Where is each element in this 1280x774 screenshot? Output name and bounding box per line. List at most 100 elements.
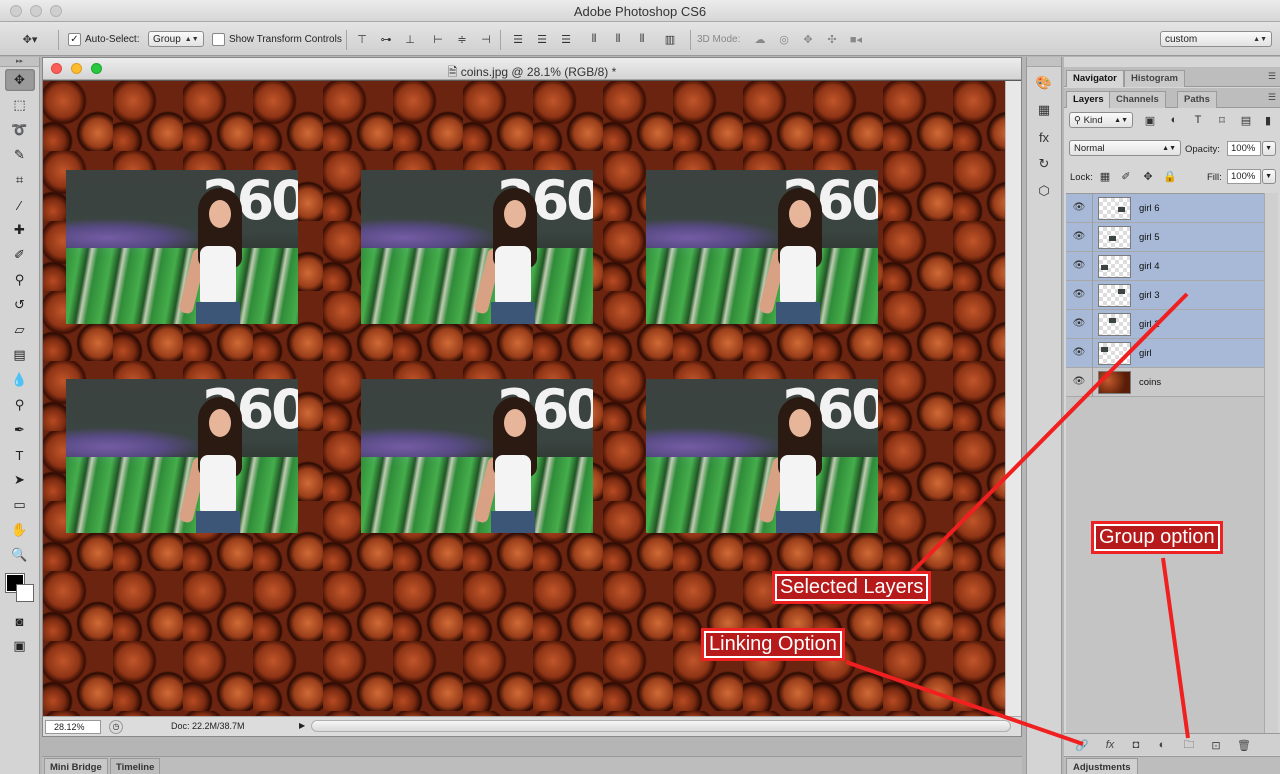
visibility-eye-icon[interactable]: 👁 (1072, 231, 1086, 243)
distribute-top-icon[interactable]: ☰ (510, 32, 526, 46)
tab-adjustments[interactable]: Adjustments (1066, 758, 1138, 774)
history-icon[interactable]: ↻ (1032, 153, 1056, 175)
align-hcenter-icon[interactable]: ≑ (454, 32, 470, 46)
layer-row[interactable]: 👁 girl 4 (1066, 252, 1264, 281)
type-tool-icon[interactable]: T (5, 444, 35, 466)
auto-select-checkbox[interactable]: ✓ Auto-Select: (68, 31, 139, 47)
eraser-tool-icon[interactable]: ▱ (5, 319, 35, 341)
layer-row[interactable]: 👁 girl 6 (1066, 194, 1264, 223)
filter-smart-object-icon[interactable]: ▤ (1238, 112, 1254, 128)
fill-field[interactable]: 100% (1227, 169, 1261, 184)
3d-roll-icon[interactable]: ◎ (776, 32, 792, 46)
auto-align-layers-icon[interactable]: ▥ (662, 32, 678, 46)
3d-slide-icon[interactable]: ✣ (824, 32, 840, 46)
filter-toggle-icon[interactable]: ▮ (1260, 112, 1276, 128)
filter-shape-icon[interactable]: ⌑ (1214, 112, 1230, 128)
color-palette-icon[interactable]: 🎨 (1032, 72, 1056, 94)
new-group-folder-icon[interactable]: 🗀 (1181, 738, 1197, 752)
3d-orbit-icon[interactable]: ☁ (752, 32, 768, 46)
3d-pan-icon[interactable]: ✥ (800, 32, 816, 46)
lasso-tool-icon[interactable]: ➰ (5, 119, 35, 141)
filter-adjustment-icon[interactable]: ◐ (1166, 112, 1182, 128)
workspace-dropdown[interactable]: custom ▲▼ (1160, 31, 1272, 47)
move-tool-preset-icon[interactable]: ✥▾ (22, 32, 38, 46)
lock-position-icon[interactable]: ✥ (1140, 168, 1156, 184)
align-top-icon[interactable]: ⊤ (354, 32, 370, 46)
panel-grip[interactable]: ▸▸ (0, 57, 39, 67)
healing-brush-tool-icon[interactable]: ✚ (5, 219, 35, 241)
new-layer-icon[interactable]: ⊡ (1208, 738, 1224, 752)
show-transform-controls-checkbox[interactable]: Show Transform Controls (212, 31, 342, 47)
tab-histogram[interactable]: Histogram (1124, 70, 1185, 87)
opacity-field[interactable]: 100% (1227, 141, 1261, 156)
eyedropper-tool-icon[interactable]: ⁄ (5, 194, 35, 216)
align-right-icon[interactable]: ⊣ (478, 32, 494, 46)
tab-layers[interactable]: Layers (1066, 91, 1111, 108)
girl-photo-layer[interactable]: 260 (66, 379, 298, 533)
girl-photo-layer[interactable]: 260 (361, 170, 593, 324)
zoom-level-field[interactable]: 28.12% (45, 720, 101, 734)
blur-tool-icon[interactable]: 💧 (5, 369, 35, 391)
link-layers-icon[interactable]: 🔗 (1074, 738, 1090, 752)
crop-tool-icon[interactable]: ⌗ (5, 169, 35, 191)
lock-image-icon[interactable]: ✐ (1118, 168, 1134, 184)
hand-tool-icon[interactable]: ✋ (5, 519, 35, 541)
visibility-eye-icon[interactable]: 👁 (1072, 202, 1086, 214)
girl-photo-layer[interactable]: 260 (66, 170, 298, 324)
3d-scale-icon[interactable]: ■◂ (848, 32, 864, 46)
visibility-eye-icon[interactable]: 👁 (1072, 260, 1086, 272)
history-brush-tool-icon[interactable]: ↺ (5, 294, 35, 316)
status-clock-icon[interactable]: ◷ (109, 720, 123, 734)
blend-mode-dropdown[interactable]: Normal ▲▼ (1069, 140, 1181, 156)
visibility-eye-icon[interactable]: 👁 (1072, 347, 1086, 359)
tab-paths[interactable]: Paths (1177, 91, 1217, 108)
zoom-tool-icon[interactable]: 🔍 (5, 544, 35, 566)
layer-row[interactable]: 👁 girl 5 (1066, 223, 1264, 252)
tab-mini-bridge[interactable]: Mini Bridge (44, 758, 108, 774)
girl-photo-layer[interactable]: 260 (646, 170, 878, 324)
layer-filter-dropdown[interactable]: ⚲ Kind ▲▼ (1069, 112, 1133, 128)
brush-tool-icon[interactable]: ✐ (5, 244, 35, 266)
layer-row[interactable]: 👁 girl (1066, 339, 1264, 368)
gradient-tool-icon[interactable]: ▤ (5, 344, 35, 366)
distribute-left-icon[interactable]: ⫴ (586, 32, 602, 46)
horizontal-scrollbar[interactable] (311, 720, 1011, 732)
styles-fx-icon[interactable]: fx (1032, 126, 1056, 148)
distribute-right-icon[interactable]: ⫴ (634, 32, 650, 46)
visibility-eye-icon[interactable]: 👁 (1072, 376, 1086, 388)
distribute-hcenter-icon[interactable]: ⫴ (610, 32, 626, 46)
align-left-icon[interactable]: ⊢ (430, 32, 446, 46)
panel-grip[interactable] (1027, 57, 1061, 67)
new-adjustment-layer-icon[interactable]: ◐ (1154, 738, 1170, 752)
move-tool-icon[interactable]: ✥ (4, 69, 35, 91)
auto-select-target-dropdown[interactable]: Group ▲▼ (148, 31, 204, 47)
opacity-slider-toggle[interactable]: ▼ (1262, 141, 1276, 156)
image-canvas[interactable]: 260 260 260 260 260 260 (43, 81, 1006, 717)
align-bottom-icon[interactable]: ⊥ (402, 32, 418, 46)
path-selection-tool-icon[interactable]: ➤ (5, 469, 35, 491)
screen-mode-icon[interactable]: ▣ (5, 635, 35, 657)
add-layer-style-icon[interactable]: fx (1102, 738, 1118, 752)
color-swatches[interactable] (4, 572, 36, 604)
align-vcenter-icon[interactable]: ⊶ (378, 32, 394, 46)
filter-type-icon[interactable]: T (1190, 112, 1206, 128)
3d-icon[interactable]: ⬡ (1032, 180, 1056, 202)
layer-row[interactable]: 👁 girl 3 (1066, 281, 1264, 310)
clone-stamp-tool-icon[interactable]: ⚲ (5, 269, 35, 291)
lock-transparency-icon[interactable]: ▦ (1097, 168, 1113, 184)
layer-row[interactable]: 👁 girl 2 (1066, 310, 1264, 339)
visibility-eye-icon[interactable]: 👁 (1072, 289, 1086, 301)
tab-channels[interactable]: Channels (1109, 91, 1166, 108)
rectangle-tool-icon[interactable]: ▭ (5, 494, 35, 516)
tab-timeline[interactable]: Timeline (110, 758, 161, 774)
distribute-bottom-icon[interactable]: ☰ (558, 32, 574, 46)
visibility-eye-icon[interactable]: 👁 (1072, 318, 1086, 330)
add-mask-icon[interactable]: ◘ (1128, 738, 1144, 752)
dodge-tool-icon[interactable]: ⚲ (5, 394, 35, 416)
filter-pixel-icon[interactable]: ▣ (1142, 112, 1158, 128)
layers-scrollbar[interactable] (1264, 193, 1278, 733)
tab-navigator[interactable]: Navigator (1066, 70, 1124, 87)
background-color-swatch[interactable] (15, 584, 34, 602)
layer-row[interactable]: 👁 coins (1066, 368, 1264, 397)
status-menu-arrow-icon[interactable]: ▶ (299, 721, 305, 730)
